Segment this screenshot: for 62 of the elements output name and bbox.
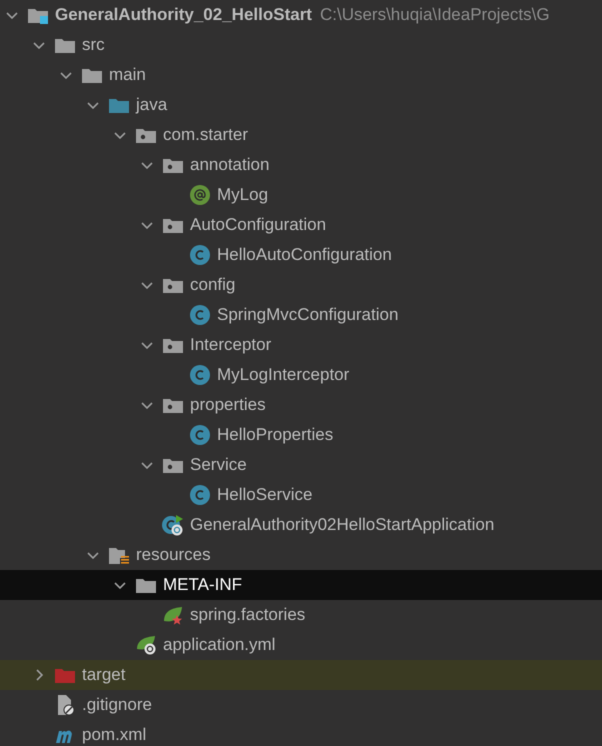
node-label: HelloService bbox=[217, 485, 312, 505]
node-label: .gitignore bbox=[82, 695, 152, 715]
tree-row[interactable]: target bbox=[0, 660, 602, 690]
node-label: com.starter bbox=[163, 125, 248, 145]
class-icon bbox=[190, 245, 210, 265]
node-label: config bbox=[190, 275, 236, 295]
node-label: target bbox=[82, 665, 126, 685]
annotation-icon bbox=[190, 185, 210, 205]
tree-row[interactable]: META-INF bbox=[0, 570, 602, 600]
class-icon bbox=[190, 425, 210, 445]
node-label: java bbox=[136, 95, 168, 115]
tree-row[interactable]: config bbox=[0, 270, 602, 300]
resources-folder-icon bbox=[108, 545, 130, 565]
node-label: Service bbox=[190, 455, 247, 475]
tree-row[interactable]: HelloAutoConfiguration bbox=[0, 240, 602, 270]
tree-row[interactable]: resources bbox=[0, 540, 602, 570]
tree-row[interactable]: src bbox=[0, 30, 602, 60]
class-icon bbox=[190, 485, 210, 505]
node-label: AutoConfiguration bbox=[190, 215, 326, 235]
node-label: GeneralAuthority02HelloStartApplication bbox=[190, 515, 494, 535]
tree-row[interactable]: .gitignore bbox=[0, 690, 602, 720]
tree-row[interactable]: com.starter bbox=[0, 120, 602, 150]
tree-row[interactable]: Service bbox=[0, 450, 602, 480]
tree-row[interactable]: AutoConfiguration bbox=[0, 210, 602, 240]
node-label: SpringMvcConfiguration bbox=[217, 305, 398, 325]
class-icon bbox=[190, 365, 210, 385]
leaf-icon bbox=[162, 605, 184, 625]
tree-row[interactable]: GeneralAuthority_02_HelloStart C:\Users\huqia\IdeaProjects\G bbox=[0, 0, 602, 30]
node-label: MyLog bbox=[217, 185, 268, 205]
node-label: spring.factories bbox=[190, 605, 306, 625]
tree-row[interactable]: pom.xml bbox=[0, 720, 602, 746]
node-label: MyLogInterceptor bbox=[217, 365, 350, 385]
tree-row[interactable]: MyLogInterceptor bbox=[0, 360, 602, 390]
tree-row[interactable]: SpringMvcConfiguration bbox=[0, 300, 602, 330]
project-path: C:\Users\huqia\IdeaProjects\G bbox=[320, 5, 550, 25]
tree-row[interactable]: application.yml bbox=[0, 630, 602, 660]
tree-row[interactable]: main bbox=[0, 60, 602, 90]
tree-row[interactable]: GeneralAuthority02HelloStartApplication bbox=[0, 510, 602, 540]
node-label: pom.xml bbox=[82, 725, 146, 745]
tree-row[interactable]: annotation bbox=[0, 150, 602, 180]
file-icon bbox=[55, 694, 75, 716]
class-icon bbox=[162, 514, 184, 536]
node-label: Interceptor bbox=[190, 335, 272, 355]
node-label: properties bbox=[190, 395, 266, 415]
node-label: META-INF bbox=[163, 575, 242, 595]
node-label: src bbox=[82, 35, 105, 55]
leaf-icon bbox=[135, 635, 157, 655]
node-label: HelloProperties bbox=[217, 425, 334, 445]
class-icon bbox=[190, 305, 210, 325]
node-label: GeneralAuthority_02_HelloStart bbox=[55, 5, 312, 25]
node-label: resources bbox=[136, 545, 211, 565]
tree-row[interactable]: HelloProperties bbox=[0, 420, 602, 450]
node-label: HelloAutoConfiguration bbox=[217, 245, 392, 265]
tree-row[interactable]: HelloService bbox=[0, 480, 602, 510]
tree-row[interactable]: properties bbox=[0, 390, 602, 420]
tree-row[interactable]: Interceptor bbox=[0, 330, 602, 360]
node-label: annotation bbox=[190, 155, 270, 175]
tree-row[interactable]: java bbox=[0, 90, 602, 120]
node-label: application.yml bbox=[163, 635, 276, 655]
tree-row[interactable]: spring.factories bbox=[0, 600, 602, 630]
node-label: main bbox=[109, 65, 146, 85]
tree-row[interactable]: MyLog bbox=[0, 180, 602, 210]
